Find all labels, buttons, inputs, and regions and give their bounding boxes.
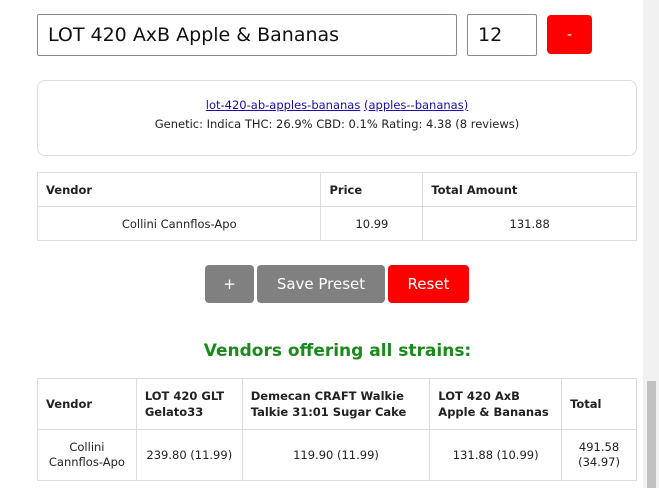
- reset-button[interactable]: Reset: [388, 265, 469, 303]
- strain-links: lot-420-ab-apples-bananas (apples--banan…: [38, 98, 636, 112]
- strain-category-link[interactable]: (apples--bananas): [364, 98, 468, 112]
- add-strain-button[interactable]: +: [205, 265, 254, 303]
- strain-slug-link[interactable]: lot-420-ab-apples-bananas: [206, 98, 361, 112]
- column-header-vendor: Vendor: [37, 378, 137, 430]
- column-header-strain-2: Demecan CRAFT Walkie Talkie 31:01 Sugar …: [241, 378, 431, 430]
- column-header-price: Price: [320, 172, 424, 207]
- total-amount-cell: 131.88: [422, 206, 637, 241]
- save-preset-button[interactable]: Save Preset: [257, 265, 385, 303]
- vendor-cell: Collini Cannflos-Apo: [36, 206, 322, 241]
- vendor-price-table: Vendor Price Total Amount Collini Cannfl…: [36, 172, 637, 241]
- column-header-strain-3: LOT 420 AxB Apple & Bananas: [429, 378, 563, 430]
- action-buttons: + Save Preset Reset: [0, 265, 659, 303]
- strain-1-price-cell: 239.80 (11.99): [135, 429, 243, 481]
- price-cell: 10.99: [320, 206, 424, 241]
- scrollbar-thumb[interactable]: [647, 381, 656, 488]
- strain-2-price-cell: 119.90 (11.99): [241, 429, 431, 481]
- strain-details: Genetic: Indica THC: 26.9% CBD: 0.1% Rat…: [154, 117, 520, 131]
- column-header-total-amount: Total Amount: [422, 172, 637, 207]
- vendor-cell: Collini Cannflos-Apo: [37, 429, 137, 481]
- remove-strain-button[interactable]: -: [547, 15, 592, 54]
- column-header-vendor: Vendor: [36, 172, 322, 207]
- all-strains-heading: Vendors offering all strains:: [203, 341, 472, 361]
- total-cell: 491.58 (34.97): [561, 429, 637, 481]
- table-row: Collini Cannflos-Apo 239.80 (11.99) 119.…: [37, 429, 637, 481]
- strain-name-input[interactable]: [37, 14, 457, 56]
- table-header-row: Vendor Price Total Amount: [36, 172, 637, 207]
- strain-3-price-cell: 131.88 (10.99): [429, 429, 563, 481]
- table-row: Collini Cannflos-Apo 10.99 131.88: [36, 206, 637, 241]
- column-header-total: Total: [561, 378, 637, 430]
- column-header-strain-1: LOT 420 GLT Gelato33: [135, 378, 243, 430]
- all-strains-table: Vendor LOT 420 GLT Gelato33 Demecan CRAF…: [37, 378, 637, 481]
- quantity-input[interactable]: [467, 14, 537, 56]
- strain-info-card: lot-420-ab-apples-bananas (apples--banan…: [37, 80, 637, 156]
- table-header-row: Vendor LOT 420 GLT Gelato33 Demecan CRAF…: [37, 378, 637, 430]
